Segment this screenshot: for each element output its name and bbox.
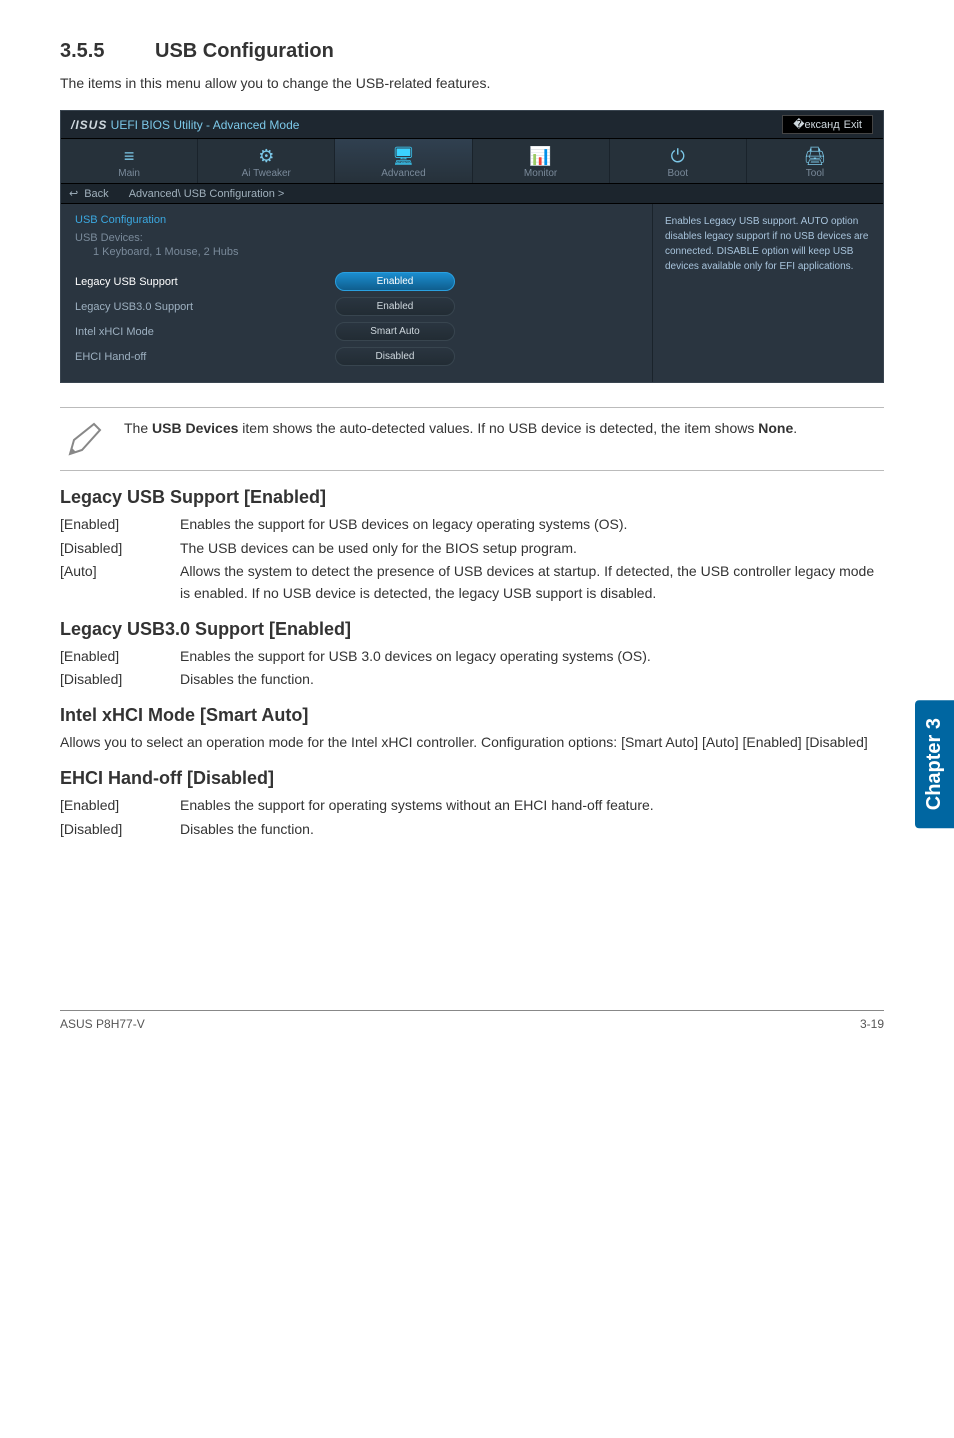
note-box: The USB Devices item shows the auto-dete… (60, 407, 884, 471)
option-key: [Enabled] (60, 646, 180, 668)
option-row: [Enabled] Enables the support for USB de… (60, 514, 884, 536)
option-key: [Disabled] (60, 669, 180, 691)
bios-nav: ≡ Main ⚙ Ai Tweaker 🖥 Advanced 📊 Monitor… (61, 139, 883, 184)
option-row: [Auto] Allows the system to detect the p… (60, 561, 884, 604)
bios-title-rest: UEFI BIOS Utility - Advanced Mode (107, 118, 299, 132)
row-value-pill[interactable]: Enabled (335, 297, 455, 316)
bios-main-panel: USB Configuration USB Devices: 1 Keyboar… (61, 204, 653, 382)
setting-row-legacy-usb[interactable]: Legacy USB Support Enabled (75, 272, 638, 291)
breadcrumb-path: Advanced\ USB Configuration > (129, 188, 285, 200)
option-key: [Enabled] (60, 514, 180, 536)
section-heading: 3.5.5USB Configuration (60, 40, 884, 63)
option-key: [Auto] (60, 561, 180, 604)
power-icon: ⏻ (610, 145, 746, 167)
row-value-pill[interactable]: Smart Auto (335, 322, 455, 341)
option-row: [Disabled] The USB devices can be used o… (60, 538, 884, 560)
setting-row-legacy-usb3[interactable]: Legacy USB3.0 Support Enabled (75, 297, 638, 316)
option-val: Enables the support for USB 3.0 devices … (180, 646, 884, 668)
row-label: Legacy USB Support (75, 276, 335, 288)
option-val: Enables the support for operating system… (180, 795, 884, 817)
nav-boot[interactable]: ⏻ Boot (610, 139, 747, 183)
page-footer: ASUS P8H77-V 3-19 (60, 1010, 884, 1031)
option-val: Disables the function. (180, 819, 884, 841)
setting-row-xhci[interactable]: Intel xHCI Mode Smart Auto (75, 322, 638, 341)
row-label: Legacy USB3.0 Support (75, 301, 335, 313)
note-text: The USB Devices item shows the auto-dete… (124, 418, 797, 439)
nav-advanced[interactable]: 🖥 Advanced (335, 139, 472, 183)
option-key: [Enabled] (60, 795, 180, 817)
config-heading: USB Configuration (75, 214, 638, 226)
setting-heading: EHCI Hand-off [Disabled] (60, 768, 884, 789)
bios-body: USB Configuration USB Devices: 1 Keyboar… (61, 204, 883, 382)
setting-heading: Intel xHCI Mode [Smart Auto] (60, 705, 884, 726)
option-val: Enables the support for USB devices on l… (180, 514, 884, 536)
nav-label: Advanced (381, 168, 425, 179)
chapter-tab: Chapter 3 (915, 700, 954, 828)
bios-breadcrumb: ↩ Back Advanced\ USB Configuration > (61, 184, 883, 204)
option-row: [Disabled] Disables the function. (60, 819, 884, 841)
setting-heading: Legacy USB Support [Enabled] (60, 487, 884, 508)
nav-tool[interactable]: 🖨 Tool (747, 139, 883, 183)
exit-button[interactable]: �ександ Exit (782, 115, 873, 134)
bios-window: /ISUS UEFI BIOS Utility - Advanced Mode … (60, 110, 884, 383)
row-label: Intel xHCI Mode (75, 326, 335, 338)
option-row: [Disabled] Disables the function. (60, 669, 884, 691)
section-title: USB Configuration (155, 40, 334, 62)
nav-label: Tool (806, 168, 824, 179)
gear-icon: ⚙ (198, 145, 334, 167)
setting-para: Allows you to select an operation mode f… (60, 732, 884, 754)
nav-label: Ai Tweaker (242, 168, 291, 179)
bios-title: /ISUS UEFI BIOS Utility - Advanced Mode (71, 118, 299, 132)
printer-icon: 🖨 (747, 145, 883, 167)
usb-devices-label: USB Devices: (75, 232, 638, 244)
footer-right: 3-19 (860, 1017, 884, 1031)
back-arrow-icon[interactable]: ↩ (69, 187, 78, 200)
option-key: [Disabled] (60, 538, 180, 560)
row-value-pill[interactable]: Enabled (335, 272, 455, 291)
setting-row-ehci[interactable]: EHCI Hand-off Disabled (75, 347, 638, 366)
option-key: [Disabled] (60, 819, 180, 841)
nav-label: Monitor (524, 168, 557, 179)
section-number: 3.5.5 (60, 40, 155, 63)
option-row: [Enabled] Enables the support for USB 3.… (60, 646, 884, 668)
exit-label: Exit (844, 119, 862, 131)
usb-devices-value: 1 Keyboard, 1 Mouse, 2 Hubs (93, 246, 638, 258)
bios-brand: /ISUS (71, 118, 107, 132)
row-label: EHCI Hand-off (75, 351, 335, 363)
nav-monitor[interactable]: 📊 Monitor (473, 139, 610, 183)
option-val: The USB devices can be used only for the… (180, 538, 884, 560)
option-val: Disables the function. (180, 669, 884, 691)
option-row: [Enabled] Enables the support for operat… (60, 795, 884, 817)
nav-label: Main (118, 168, 140, 179)
list-icon: ≡ (61, 145, 197, 167)
setting-heading: Legacy USB3.0 Support [Enabled] (60, 619, 884, 640)
nav-main[interactable]: ≡ Main (61, 139, 198, 183)
back-label[interactable]: Back (84, 188, 108, 200)
monitor-icon: 🖥 (335, 145, 471, 167)
section-intro: The items in this menu allow you to chan… (60, 73, 884, 94)
row-value-pill[interactable]: Disabled (335, 347, 455, 366)
nav-ai-tweaker[interactable]: ⚙ Ai Tweaker (198, 139, 335, 183)
exit-icon: �ександ (793, 118, 839, 131)
nav-label: Boot (667, 168, 688, 179)
option-val: Allows the system to detect the presence… (180, 561, 884, 604)
bios-titlebar: /ISUS UEFI BIOS Utility - Advanced Mode … (61, 111, 883, 139)
bios-help-panel: Enables Legacy USB support. AUTO option … (653, 204, 883, 382)
chart-icon: 📊 (473, 145, 609, 167)
pencil-icon (64, 418, 106, 460)
footer-left: ASUS P8H77-V (60, 1017, 145, 1031)
